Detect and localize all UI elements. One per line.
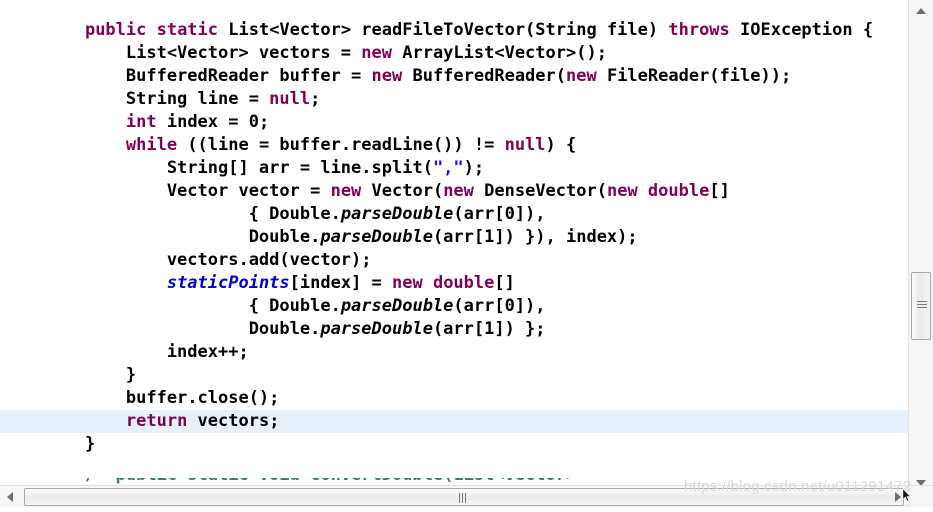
code-token: }	[44, 365, 137, 385]
code-token: throws	[668, 20, 741, 40]
vertical-scrollbar-thumb[interactable]	[911, 272, 931, 340]
code-token: FileReader(file));	[606, 66, 792, 86]
code-token: Double.	[44, 319, 321, 339]
code-token: new double	[606, 181, 710, 201]
code-token: []	[709, 181, 730, 201]
code-text-area[interactable]: public static List<Vector> readFileToVec…	[0, 0, 908, 485]
code-token: new	[330, 181, 372, 201]
code-token: new double	[392, 273, 495, 293]
code-line[interactable]: String line = null;	[0, 88, 908, 111]
code-token: null	[269, 89, 311, 109]
code-line[interactable]: index++;	[0, 341, 908, 364]
vertical-scrollbar[interactable]	[908, 0, 933, 507]
code-editor-window: public static List<Vector> readFileToVec…	[0, 0, 933, 507]
code-line[interactable]: BufferedReader buffer = new BufferedRead…	[0, 65, 908, 88]
mouse-pointer-icon	[902, 488, 912, 502]
code-line[interactable]: Vector vector = new Vector(new DenseVect…	[0, 180, 908, 203]
code-token: ) {	[545, 135, 577, 155]
code-line[interactable]: { Double.parseDouble(arr[0]),	[0, 203, 908, 226]
code-line[interactable]: int index = 0;	[0, 111, 908, 134]
code-line[interactable]: while ((line = buffer.readLine()) != nul…	[0, 134, 908, 157]
code-line[interactable]: String[] arr = line.split(",");	[0, 157, 908, 180]
horizontal-scrollbar-thumb[interactable]	[24, 488, 904, 506]
triangle-left-icon	[7, 492, 13, 502]
code-token: index++;	[44, 342, 249, 362]
code-token: vectors;	[197, 411, 280, 431]
code-line[interactable]: vectors.add(vector);	[0, 249, 908, 272]
code-token: new	[371, 66, 413, 86]
code-token: []	[494, 273, 515, 293]
code-token: parseDouble	[340, 296, 454, 316]
code-token: new	[566, 66, 607, 86]
code-token: while	[125, 135, 188, 155]
code-token: (arr[0]),	[453, 296, 546, 316]
code-token: BufferedReader(	[412, 66, 566, 86]
code-token: DenseVector(	[484, 181, 607, 201]
scroll-up-arrow-icon[interactable]	[909, 2, 933, 19]
code-line[interactable]: Double.parseDouble(arr[1]) };	[0, 318, 908, 341]
code-token: parseDouble	[320, 227, 433, 247]
triangle-right-icon	[895, 492, 901, 502]
code-line[interactable]: Double.parseDouble(arr[1]) }), index);	[0, 226, 908, 249]
code-token: (arr[0]),	[453, 204, 546, 224]
code-token: BufferedReader buffer =	[44, 66, 372, 86]
scrollbar-grip-icon	[459, 493, 469, 503]
code-token: ArrayList<Vector>();	[402, 43, 607, 63]
code-token: List<Vector> vectors =	[44, 43, 362, 63]
code-token: List<Vector> readFileToVector(String fil…	[228, 20, 669, 40]
code-token: ((line = buffer.readLine()) !=	[187, 135, 505, 155]
code-token: index = 0;	[166, 112, 270, 132]
code-line[interactable]: public static List<Vector> readFileToVec…	[0, 19, 908, 42]
code-token: }	[44, 434, 96, 454]
code-token: (arr[1]) };	[432, 319, 546, 339]
code-token: String line =	[44, 89, 270, 109]
code-token: vectors.add(vector);	[44, 250, 372, 270]
code-line[interactable]: }	[0, 433, 908, 456]
code-token: (arr[1]) }), index);	[432, 227, 638, 247]
code-token: parseDouble	[320, 319, 433, 339]
code-token: ;	[310, 89, 321, 109]
code-line[interactable]: staticPoints[index] = new double[]	[0, 272, 908, 295]
code-line[interactable]: return vectors;	[0, 410, 908, 433]
code-token: Vector vector =	[44, 181, 331, 201]
code-line[interactable]	[0, 456, 908, 479]
code-token: IOException {	[740, 20, 874, 40]
code-token: staticPoints	[166, 273, 290, 293]
code-token: int	[125, 112, 167, 132]
code-line[interactable]: List<Vector> vectors = new ArrayList<Vec…	[0, 42, 908, 65]
code-token: buffer.close();	[44, 388, 280, 408]
code-token: { Double.	[44, 296, 341, 316]
scrollbar-grip-icon	[917, 301, 927, 310]
code-token: new	[361, 43, 403, 63]
code-line[interactable]: buffer.close();	[0, 387, 908, 410]
horizontal-scrollbar[interactable]	[0, 485, 908, 507]
code-token: new	[443, 181, 485, 201]
code-token: );	[463, 158, 485, 178]
code-token: [index] =	[289, 273, 393, 293]
code-token: Vector(	[371, 181, 444, 201]
triangle-up-icon	[916, 7, 926, 14]
code-token: String[] arr = line.split(	[44, 158, 433, 178]
code-token: { Double.	[44, 204, 341, 224]
code-line[interactable]: }	[0, 364, 908, 387]
code-line[interactable]: { Double.parseDouble(arr[0]),	[0, 295, 908, 318]
code-token: parseDouble	[340, 204, 454, 224]
scroll-left-arrow-icon[interactable]	[1, 488, 19, 506]
code-token: null	[504, 135, 546, 155]
code-token: /* public static void convertDouble(List…	[44, 478, 586, 485]
code-token: public static	[84, 20, 229, 40]
code-token: ","	[432, 158, 464, 178]
code-token: Double.	[44, 227, 321, 247]
code-token: return	[125, 411, 198, 431]
